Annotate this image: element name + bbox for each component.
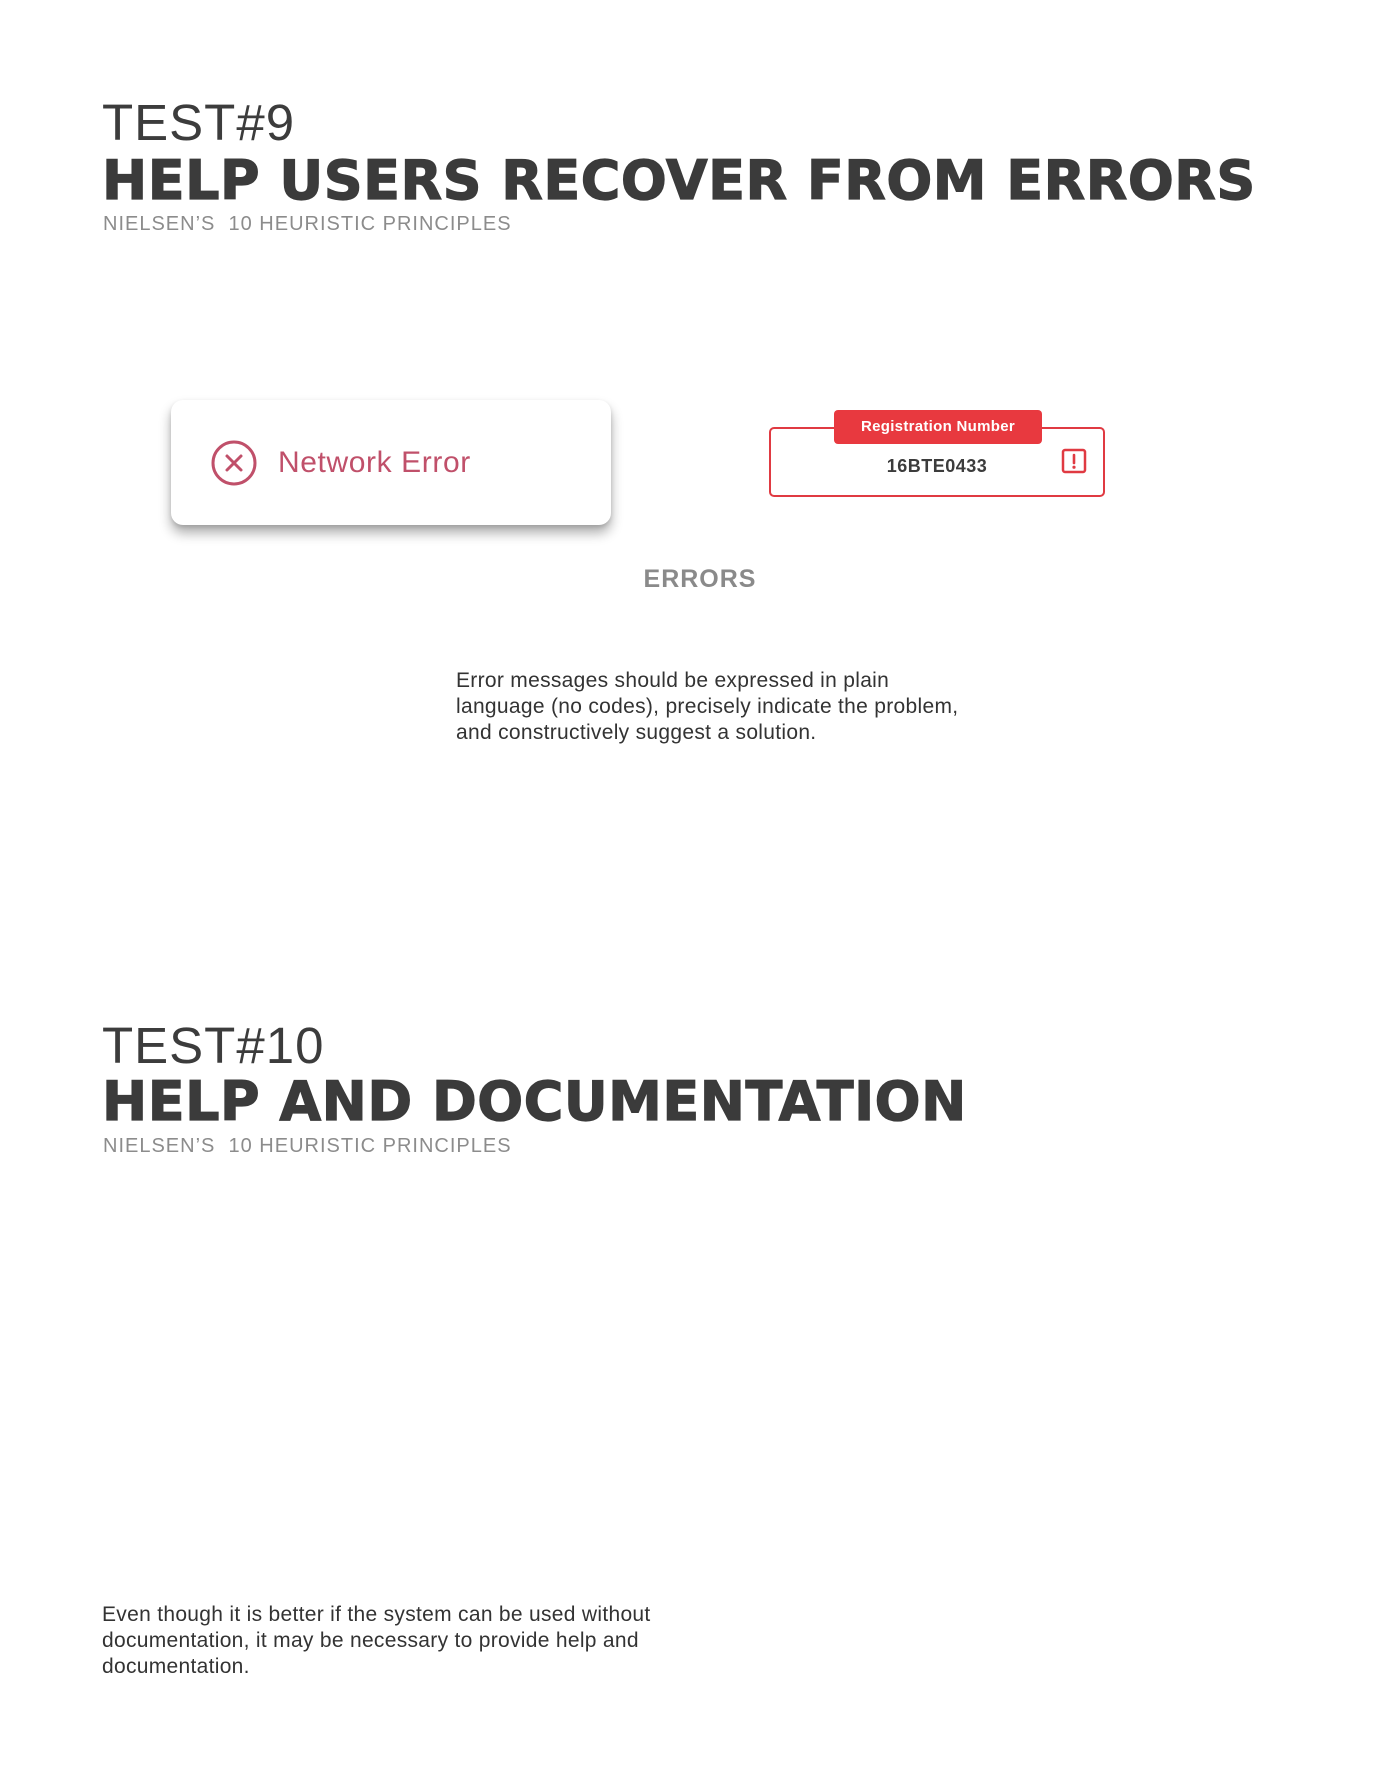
test9-title: HELP USERS RECOVER FROM ERRORS	[101, 149, 1256, 212]
test10-number: TEST#10	[102, 1017, 325, 1074]
errors-caption: ERRORS	[643, 565, 757, 593]
alert-square-icon	[1061, 448, 1087, 474]
test10-description: Even though it is better if the system c…	[102, 1603, 651, 1678]
test9-subtitle: NIELSEN’S 10 HEURISTIC PRINCIPLES	[103, 213, 512, 235]
registration-number-label: Registration Number	[834, 410, 1042, 444]
registration-number-value: 16BTE0433	[886, 456, 988, 476]
network-error-toast: Network Error	[171, 400, 611, 525]
test9-number: TEST#9	[102, 94, 296, 151]
test10-title: HELP AND DOCUMENTATION	[101, 1070, 967, 1133]
toast-message: Network Error	[278, 446, 471, 479]
test10-subtitle: NIELSEN’S 10 HEURISTIC PRINCIPLES	[103, 1135, 512, 1157]
close-circle-icon	[211, 440, 257, 486]
test9-description: Error messages should be expressed in pl…	[456, 669, 959, 744]
